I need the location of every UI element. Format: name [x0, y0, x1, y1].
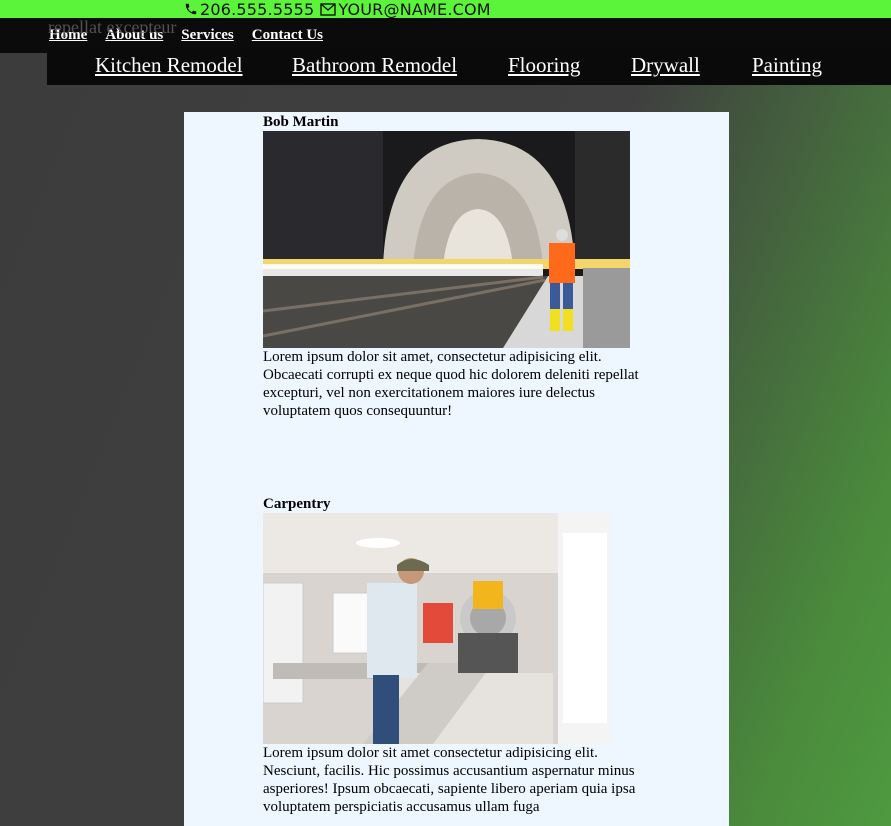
- service-painting-link[interactable]: Painting: [752, 53, 822, 78]
- nav-services-link[interactable]: Services: [181, 27, 233, 44]
- nav-contact-link[interactable]: Contact Us: [252, 27, 323, 44]
- section-carpentry: Carpentry Lorem ipsum dolor sit amet con…: [263, 496, 658, 816]
- service-kitchen-link[interactable]: Kitchen Remodel: [95, 53, 243, 78]
- section-title: Carpentry: [263, 496, 331, 512]
- envelope-icon: [320, 2, 337, 16]
- phone-icon: [184, 2, 198, 16]
- section-text: Lorem ipsum dolor sit amet, consectetur …: [263, 349, 639, 419]
- section-bob-martin: Bob Martin Lorem ipsum dolor sit amet, c…: [263, 114, 658, 420]
- contact-info: 206.555.5555 YOUR@NAME.COM: [184, 0, 491, 19]
- overlapping-ghost-text: repellat excepteur: [48, 17, 177, 37]
- phone-number[interactable]: 206.555.5555: [200, 0, 314, 19]
- content-panel: Bob Martin Lorem ipsum dolor sit amet, c…: [184, 112, 729, 826]
- service-drywall-link[interactable]: Drywall: [631, 53, 700, 78]
- section-title: Bob Martin: [263, 114, 339, 130]
- section-text: Lorem ipsum dolor sit amet consectetur a…: [263, 745, 636, 815]
- services-bar: Kitchen Remodel Bathroom Remodel Floorin…: [47, 47, 891, 85]
- service-bathroom-link[interactable]: Bathroom Remodel: [292, 53, 457, 78]
- tunnel-worker-photo: [263, 131, 630, 348]
- top-contact-bar: 206.555.5555 YOUR@NAME.COM: [0, 0, 891, 19]
- email-address[interactable]: YOUR@NAME.COM: [338, 0, 490, 19]
- service-flooring-link[interactable]: Flooring: [508, 53, 580, 78]
- carpentry-saw-photo: [263, 513, 611, 744]
